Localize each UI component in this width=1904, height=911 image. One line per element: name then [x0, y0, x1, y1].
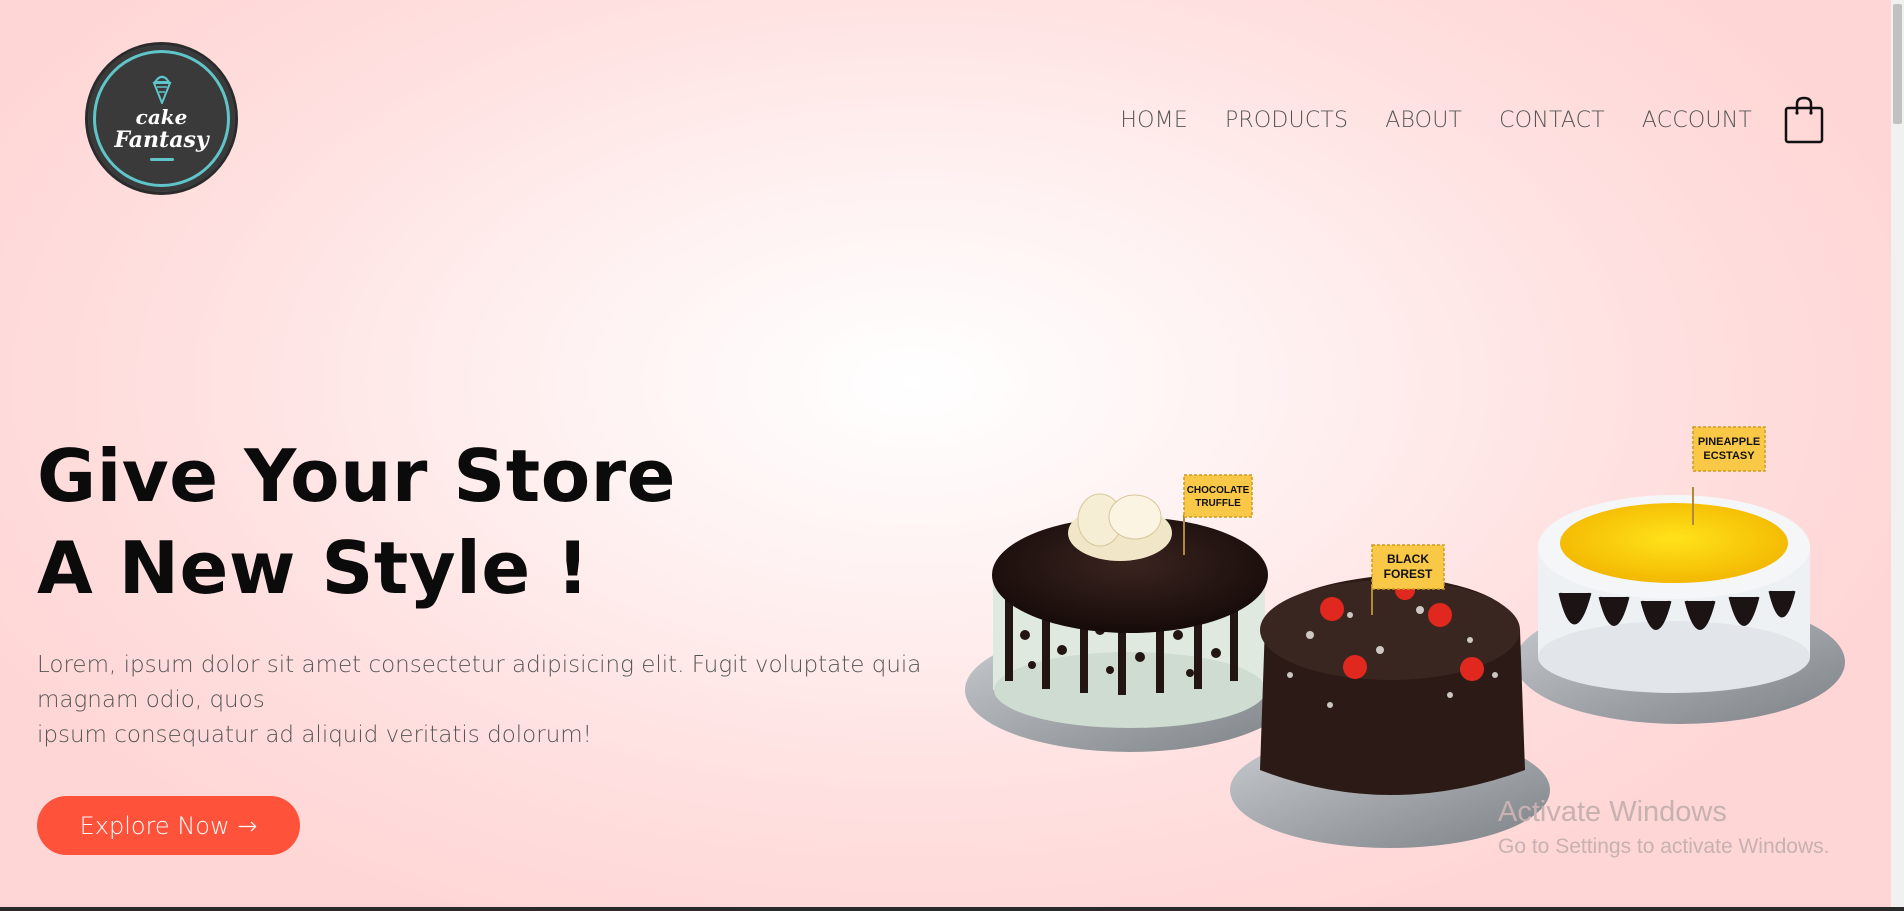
- taskbar-edge: [0, 907, 1904, 911]
- site-logo[interactable]: cake Fantasy: [85, 42, 238, 195]
- hero-description-line1: Lorem, ipsum dolor sit amet consectetur …: [37, 652, 922, 713]
- nav-about[interactable]: ABOUT: [1385, 108, 1462, 133]
- watermark-subtitle: Go to Settings to activate Windows.: [1498, 835, 1830, 858]
- cake-label-chocolate-1: CHOCOLATE: [1187, 485, 1250, 496]
- explore-now-button[interactable]: Explore Now →: [37, 796, 300, 855]
- cakes-image: PINEAPPLE ECSTASY CHOCOLATE TRUFFLE BLAC…: [965, 426, 1845, 848]
- logo-text-fantasy: Fantasy: [114, 127, 209, 153]
- page-scrollbar[interactable]: [1891, 0, 1904, 911]
- scrollbar-thumb[interactable]: [1893, 4, 1902, 124]
- nav-contact[interactable]: CONTACT: [1499, 108, 1605, 133]
- main-nav: HOME PRODUCTS ABOUT CONTACT ACCOUNT: [1083, 108, 1752, 133]
- cake-label-pineapple-2: ECSTASY: [1703, 450, 1755, 462]
- activate-windows-watermark: Activate Windows Go to Settings to activ…: [1498, 796, 1830, 859]
- nav-account[interactable]: ACCOUNT: [1642, 108, 1752, 133]
- hero-title-line2: A New Style !: [37, 526, 590, 610]
- hero-description-line2: ipsum consequatur ad aliquid veritatis d…: [37, 722, 592, 748]
- chocolate-truffle-cake: CHOCOLATE TRUFFLE: [965, 474, 1295, 752]
- hero-title: Give Your Store A New Style !: [37, 430, 737, 614]
- nav-home[interactable]: HOME: [1120, 108, 1188, 133]
- cake-label-pineapple-1: PINEAPPLE: [1698, 436, 1760, 448]
- ice-cream-cone-icon: [152, 75, 171, 104]
- logo-underline: [149, 158, 174, 161]
- nav-products[interactable]: PRODUCTS: [1225, 108, 1348, 133]
- hero-description: Lorem, ipsum dolor sit amet consectetur …: [37, 648, 987, 753]
- pineapple-ecstasy-cake: PINEAPPLE ECSTASY: [1515, 426, 1845, 724]
- cake-label-chocolate-2: TRUFFLE: [1195, 498, 1241, 509]
- shopping-bag-icon[interactable]: [1784, 96, 1824, 144]
- cake-label-blackforest-1: BLACK: [1387, 552, 1429, 566]
- watermark-title: Activate Windows: [1498, 796, 1727, 828]
- logo-text-cake: cake: [135, 105, 188, 129]
- hero-title-line1: Give Your Store: [37, 434, 677, 518]
- cake-label-blackforest-2: FOREST: [1384, 567, 1433, 581]
